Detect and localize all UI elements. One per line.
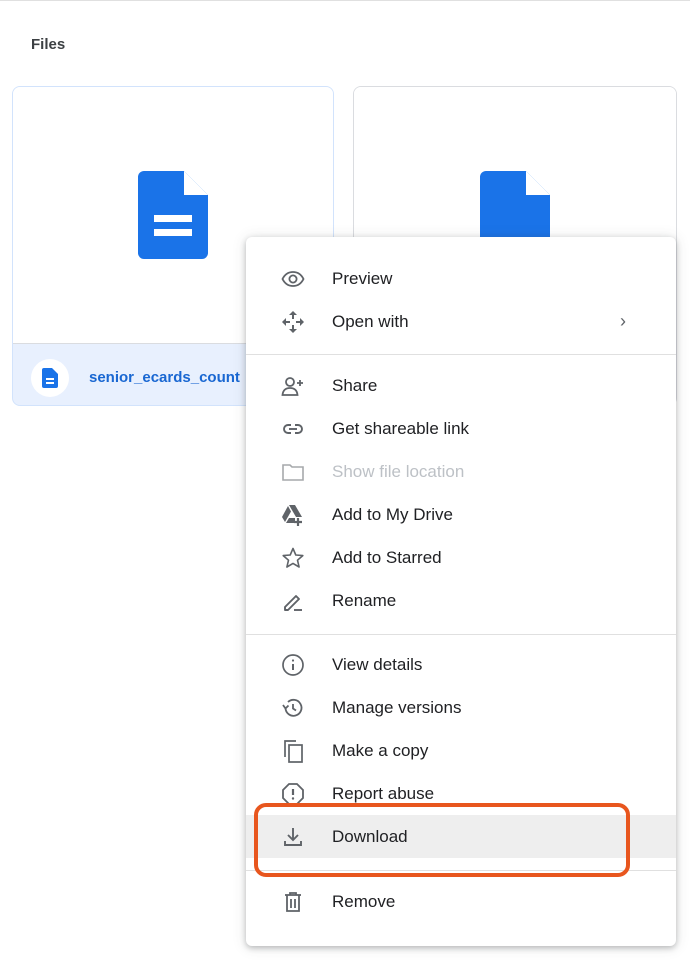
person-add-icon (281, 374, 305, 398)
menu-divider (246, 870, 676, 871)
menu-item-get-link[interactable]: Get shareable link (246, 407, 676, 450)
google-doc-icon (138, 171, 208, 259)
menu-item-label: Preview (332, 268, 393, 288)
eye-icon (281, 267, 305, 291)
section-title: Files (31, 36, 66, 53)
context-menu: Preview Open with › Share Get shareable … (246, 237, 676, 946)
menu-item-remove[interactable]: Remove (246, 880, 676, 923)
link-icon (281, 417, 305, 441)
menu-divider (246, 634, 676, 635)
menu-item-rename[interactable]: Rename (246, 579, 676, 622)
menu-item-label: View details (332, 654, 423, 674)
star-icon (281, 546, 305, 570)
file-name: senior_ecards_count (89, 369, 240, 386)
folder-icon (281, 460, 305, 484)
menu-item-share[interactable]: Share (246, 364, 676, 407)
menu-item-manage-versions[interactable]: Manage versions (246, 686, 676, 729)
menu-item-add-starred[interactable]: Add to Starred (246, 536, 676, 579)
menu-item-label: Remove (332, 891, 396, 911)
menu-item-report-abuse[interactable]: Report abuse (246, 772, 676, 815)
menu-item-make-copy[interactable]: Make a copy (246, 729, 676, 772)
menu-item-label: Show file location (332, 461, 465, 481)
menu-item-label: Share (332, 375, 378, 395)
trash-icon (281, 890, 305, 914)
doc-type-icon (31, 359, 69, 397)
drive-add-icon (281, 503, 305, 527)
menu-item-label: Get shareable link (332, 418, 470, 438)
info-icon (281, 653, 305, 677)
download-icon (281, 825, 305, 849)
menu-item-preview[interactable]: Preview (246, 257, 676, 300)
copy-icon (281, 739, 305, 763)
menu-item-label: Manage versions (332, 697, 462, 717)
menu-item-view-details[interactable]: View details (246, 643, 676, 686)
menu-item-label: Rename (332, 590, 397, 610)
top-divider (0, 0, 690, 1)
menu-item-label: Download (332, 826, 408, 846)
menu-item-label: Make a copy (332, 740, 429, 760)
menu-item-open-with[interactable]: Open with › (246, 300, 676, 343)
menu-divider (246, 354, 676, 355)
report-icon (281, 782, 305, 806)
menu-item-label: Report abuse (332, 783, 435, 803)
menu-item-label: Add to My Drive (332, 504, 453, 524)
menu-item-download[interactable]: Download (246, 815, 676, 858)
pencil-icon (281, 589, 305, 613)
history-icon (281, 696, 305, 720)
menu-item-show-location: Show file location (246, 450, 676, 493)
move-arrows-icon (281, 310, 305, 334)
chevron-right-icon: › (620, 311, 626, 331)
menu-item-label: Add to Starred (332, 547, 442, 567)
menu-item-label: Open with (332, 311, 409, 331)
menu-item-add-to-drive[interactable]: Add to My Drive (246, 493, 676, 536)
